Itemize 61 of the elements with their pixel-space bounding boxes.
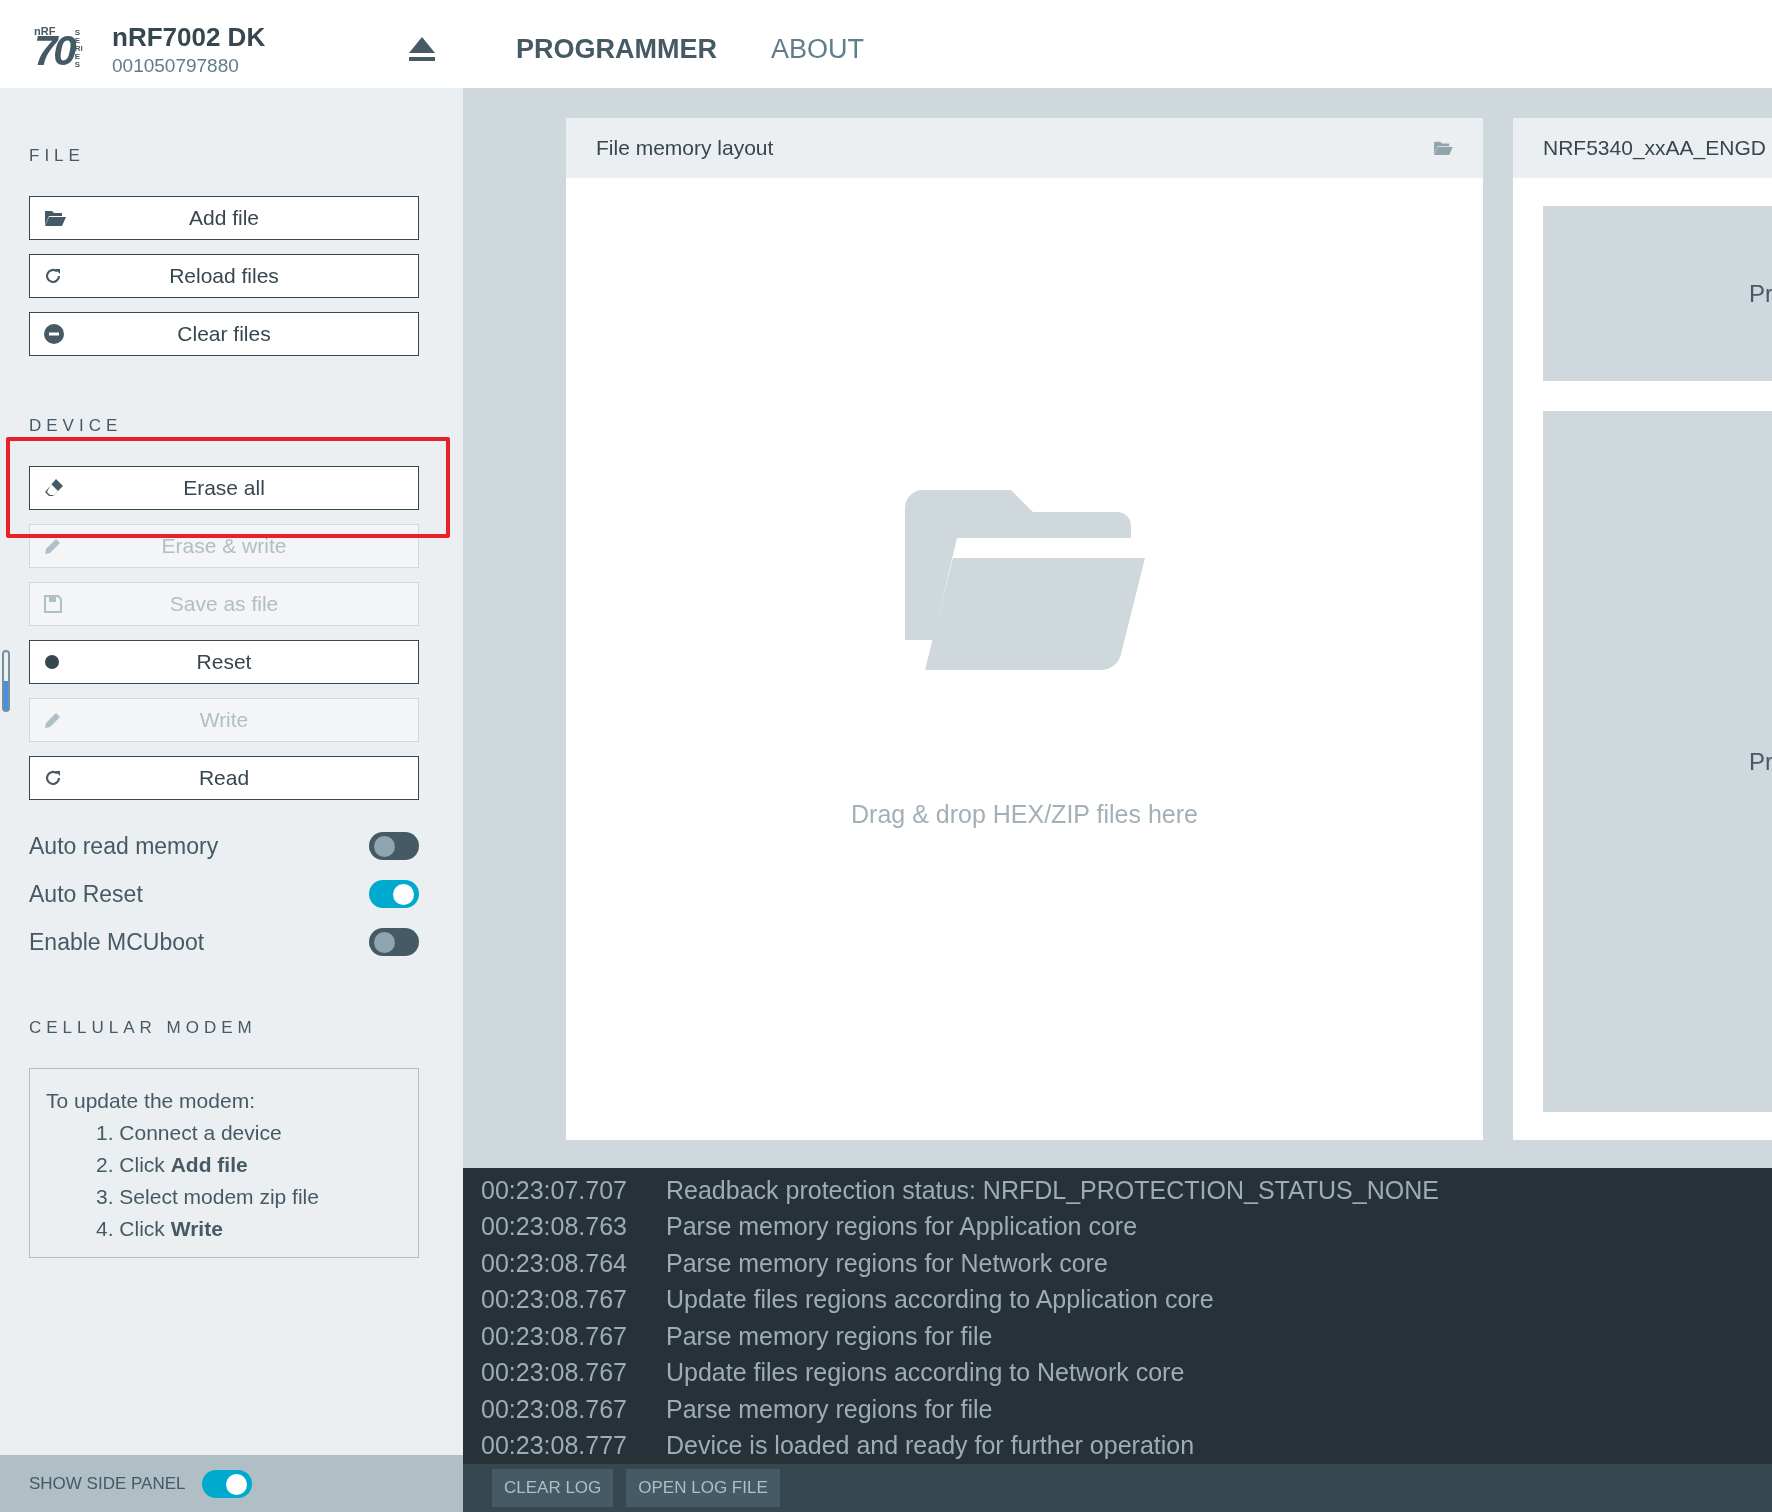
toggle-switch[interactable] [369,832,419,860]
log-timestamp: 00:23:07.707 [481,1175,628,1205]
toggle-switch[interactable] [201,1469,252,1498]
eraser-icon [44,478,64,498]
log-timestamp: 00:23:08.767 [481,1358,628,1388]
log-message: Update files regions according to Network core [666,1358,1185,1388]
log-button[interactable]: CLEAR LOG [492,1469,614,1507]
toggle-switch[interactable] [369,928,419,956]
log-timestamp: 00:23:08.764 [481,1248,628,1278]
eject-icon[interactable] [408,36,436,62]
log-message: Device is loaded and ready for further operation [666,1431,1195,1461]
device-name: nRF7002 DK [112,21,267,53]
log-timestamp: 00:23:08.763 [481,1212,628,1242]
pencil-icon [44,537,62,555]
scrollbar[interactable] [2,650,10,712]
log-message: Readback protection status: NRFDL_PROTECTION_STATUS_NONE [666,1175,1439,1205]
folder-icon [904,489,1145,670]
sidebar-button[interactable]: Add file [29,196,419,240]
card-title: NRF5340_xxAA_ENGD [1543,136,1766,160]
toggle-label: Auto read memory [29,832,219,860]
drop-hint: Drag & drop HEX/ZIP files here [851,799,1198,829]
serial-number: 001050797880 [112,54,240,77]
sidebar-button[interactable]: Read [29,756,419,800]
instruction-text: To update the modem: [46,1088,256,1114]
card-title: File memory layout [596,136,774,160]
instruction-step: 3. Select modem zip file [96,1181,402,1213]
toggle-switch[interactable] [369,880,419,908]
instruction-step: 4. Click Write [96,1213,402,1245]
nav-tab[interactable]: PROGRAMMER [516,33,717,65]
nav-tab[interactable]: ABOUT [771,33,864,65]
instruction-step: 2. Click Add file [96,1149,402,1181]
log-timestamp: 00:23:08.767 [481,1394,628,1424]
reload-icon [44,267,62,285]
log-message: Parse memory regions for file [666,1321,993,1351]
section-title: CELLULAR MODEM [29,1018,258,1038]
sidebar-button[interactable]: Reload files [29,254,419,298]
reload-icon [44,769,62,787]
dot-icon [44,654,60,670]
section-title: FILE [29,146,86,166]
toggle-label: SHOW SIDE PANEL [29,1473,186,1494]
toggle-label: Auto Reset [29,880,143,908]
section-title: DEVICE [29,416,124,436]
log-button[interactable]: OPEN LOG FILE [626,1469,780,1507]
toggle-label: Enable MCUboot [29,928,205,956]
folder-icon[interactable] [1433,140,1453,156]
memory-region: Pr [1543,411,1772,1112]
sidebar-button[interactable]: Clear files [29,312,419,356]
log-message: Parse memory regions for Network core [666,1248,1108,1278]
log-timestamp: 00:23:08.777 [481,1431,628,1461]
log-message: Update files regions according to Application core [666,1285,1214,1315]
instruction-step: 1. Connect a device [96,1117,402,1149]
log-message: Parse memory regions for Application core [666,1212,1138,1242]
log-message: Parse memory regions for file [666,1394,993,1424]
folder-icon [44,209,66,227]
memory-region: Pr [1543,206,1772,381]
minus-circle-icon [44,324,64,344]
log-timestamp: 00:23:08.767 [481,1321,628,1351]
sidebar-button[interactable]: Reset [29,640,419,684]
pencil-icon [44,711,62,729]
sidebar-button[interactable]: Erase all [29,466,419,510]
log-timestamp: 00:23:08.767 [481,1285,628,1315]
